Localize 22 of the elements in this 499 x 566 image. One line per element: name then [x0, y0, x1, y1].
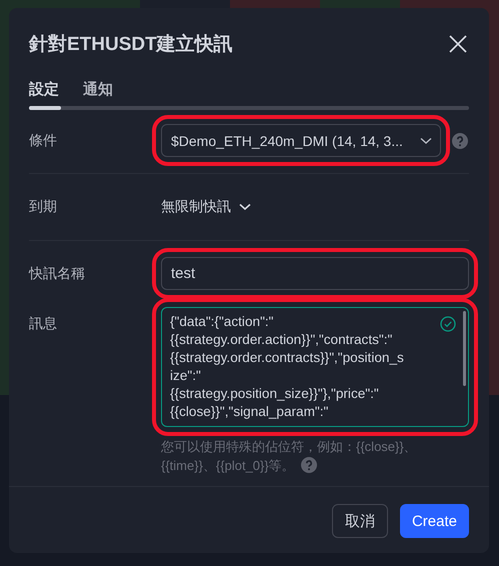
field-label: 條件 [29, 132, 58, 150]
expiry-dropdown[interactable]: 無限制快訊 [161, 198, 251, 216]
message-field[interactable]: {"data":{"action":" {{strategy.order.action}}","contracts":" {{strategy.order.contracts}}","position_s ize":" {{strategy.position_size}}"},"price":" {{close}}","signal_param":" [161, 307, 469, 427]
condition-select[interactable]: $Demo_ETH_240m_DMI (14, 14, 3... [161, 124, 441, 157]
help-icon[interactable] [300, 457, 317, 473]
tab[interactable]: 通知 [83, 80, 113, 98]
hint-text: 您可以使用特殊的佔位符，例如：{{close}}、{{time}}、{{plot_0}}等。 [161, 438, 418, 475]
chevron-down-icon [420, 136, 432, 144]
close-button[interactable] [447, 33, 469, 55]
field-label: 快訊名稱 [29, 264, 86, 282]
create-button[interactable]: Create [400, 504, 469, 538]
field-label: 訊息 [29, 314, 58, 333]
alert-name-field[interactable]: test [161, 257, 469, 290]
check-icon [440, 316, 456, 332]
help-icon[interactable] [452, 132, 468, 148]
dialog-title: 針對ETHUSDT建立快訊 [29, 32, 233, 57]
cancel-button[interactable]: 取消 [332, 504, 388, 538]
tab[interactable]: 設定 [29, 80, 59, 98]
field-label: 到期 [29, 198, 58, 216]
chevron-down-icon [239, 203, 251, 211]
scrollbar[interactable] [463, 311, 466, 386]
tab-indicator [29, 106, 61, 110]
